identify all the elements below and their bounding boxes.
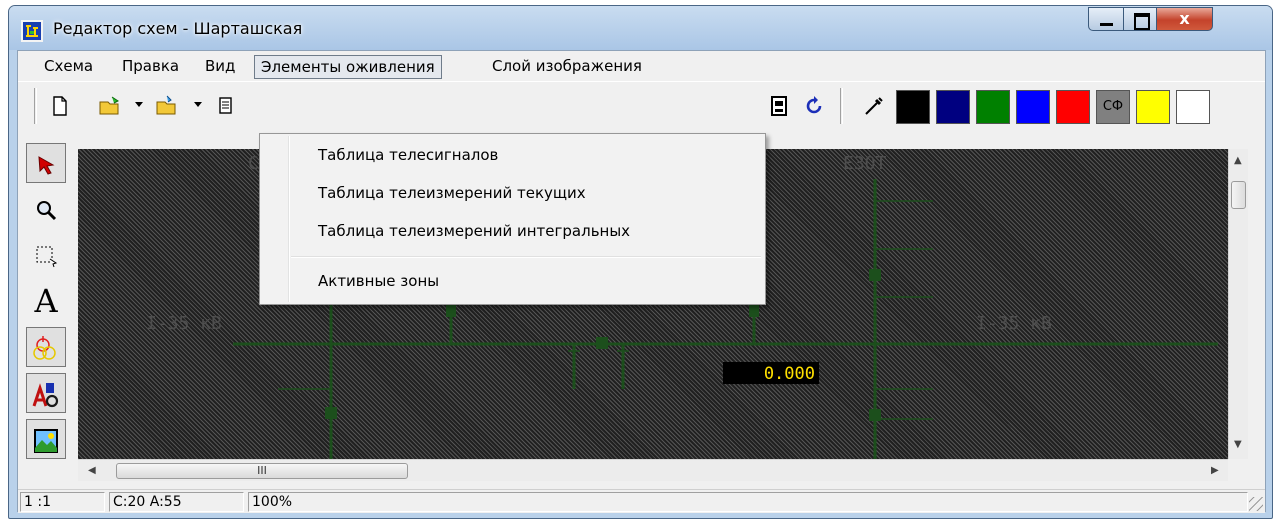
properties-icon[interactable] xyxy=(767,94,791,118)
document-icon[interactable] xyxy=(214,94,238,118)
text-tool[interactable]: A xyxy=(26,281,66,321)
refresh-icon[interactable] xyxy=(802,94,826,118)
section-label-right: I-35 кВ xyxy=(976,313,1052,334)
horizontal-scroll-thumb[interactable]: III xyxy=(116,463,408,479)
menu-item-active-zones[interactable]: Активные зоны xyxy=(318,266,439,296)
image-tool[interactable] xyxy=(26,419,66,459)
top-label-right: ЕЗОТ xyxy=(843,153,887,174)
toolbar: СФ xyxy=(18,81,1265,131)
save-folder-icon[interactable] xyxy=(155,94,179,118)
menu-item-integral-telemetry-table[interactable]: Таблица телеизмерений интегральных xyxy=(318,216,630,246)
color-swatch-blue[interactable] xyxy=(1016,90,1050,124)
arrow-pointer-icon xyxy=(38,155,55,175)
status-zoom: 100% xyxy=(248,492,1248,512)
menu-item-telesignals-table[interactable]: Таблица телесигналов xyxy=(318,140,498,170)
color-swatch-yellow[interactable] xyxy=(1136,90,1170,124)
magnifier-icon xyxy=(37,200,57,220)
tool-palette: A xyxy=(18,131,76,489)
measurement-value: 0.000 xyxy=(764,364,815,384)
menu-item-current-telemetry-table[interactable]: Таблица телеизмерений текущих xyxy=(318,178,586,208)
section-label-left: I-35 кВ xyxy=(146,313,222,334)
status-coords: C:20 A:55 xyxy=(109,492,244,512)
minimize-button[interactable] xyxy=(1088,7,1124,31)
scroll-grip-text: III xyxy=(257,464,267,477)
scroll-up-icon[interactable]: ▲ xyxy=(1234,155,1242,166)
client-area: Схема Правка Вид Элементы оживления Слой… xyxy=(17,50,1266,513)
color-swatch-gray[interactable]: СФ xyxy=(1096,90,1130,124)
window-title: Редактор схем - Шарташская xyxy=(53,19,303,38)
app-window: Редактор схем - Шарташская x Схема Правк… xyxy=(8,5,1273,519)
scroll-left-icon[interactable]: ◀ xyxy=(88,465,96,476)
color-swatch-navy[interactable] xyxy=(936,90,970,124)
menu-animation-elements[interactable]: Элементы оживления xyxy=(254,55,442,79)
labels-tool[interactable] xyxy=(26,373,66,413)
letter-a-icon: A xyxy=(34,282,58,320)
color-swatch-green[interactable] xyxy=(976,90,1010,124)
select-tool[interactable] xyxy=(26,143,66,183)
menu-image-layer[interactable]: Слой изображения xyxy=(486,55,648,79)
open-folder-icon[interactable] xyxy=(98,94,122,118)
picture-icon xyxy=(34,428,58,453)
color-swatch-label: СФ xyxy=(1102,99,1124,114)
color-swatch-black[interactable] xyxy=(896,90,930,124)
circuit-symbol-icon xyxy=(33,335,56,360)
color-swatch-red[interactable] xyxy=(1056,90,1090,124)
menu-view[interactable]: Вид xyxy=(199,55,241,79)
title-bar[interactable]: Редактор схем - Шарташская x xyxy=(9,6,1272,50)
menu-bar: Схема Правка Вид Элементы оживления Слой… xyxy=(18,51,1265,81)
menu-gutter xyxy=(288,136,290,302)
zoom-tool[interactable] xyxy=(26,189,66,229)
menu-scheme[interactable]: Схема xyxy=(38,55,99,79)
eyedropper-icon[interactable] xyxy=(862,94,886,118)
region-select-tool[interactable] xyxy=(26,235,66,275)
close-icon: x xyxy=(1179,9,1190,28)
dashed-selection-icon xyxy=(36,246,58,267)
status-scale: 1 :1 xyxy=(20,492,105,512)
vertical-scroll-thumb[interactable] xyxy=(1231,181,1246,209)
menu-separator xyxy=(291,256,761,258)
horizontal-scrollbar[interactable]: ◀ III ▶ xyxy=(78,459,1228,481)
symbol-tool[interactable] xyxy=(26,327,66,367)
top-label-left: С xyxy=(248,153,259,174)
color-swatch-white[interactable] xyxy=(1176,90,1210,124)
chevron-down-icon[interactable] xyxy=(194,102,202,108)
toolbar-grip[interactable] xyxy=(34,88,37,124)
resize-grip[interactable] xyxy=(1249,497,1263,511)
new-file-icon[interactable] xyxy=(48,94,72,118)
abc-icon xyxy=(32,382,59,407)
close-button[interactable]: x xyxy=(1156,7,1213,31)
menu-edit[interactable]: Правка xyxy=(116,55,185,79)
animation-elements-menu: Таблица телесигналов Таблица телеизмерен… xyxy=(259,133,766,305)
scroll-down-icon[interactable]: ▼ xyxy=(1234,439,1242,450)
status-bar: 1 :1 C:20 A:55 100% xyxy=(18,489,1265,513)
maximize-button[interactable] xyxy=(1123,7,1157,31)
toolbar-grip[interactable] xyxy=(840,88,843,124)
chevron-down-icon[interactable] xyxy=(135,102,143,108)
app-icon xyxy=(21,20,43,42)
vertical-scrollbar[interactable]: ▲ ▼ xyxy=(1228,149,1248,459)
scroll-right-icon[interactable]: ▶ xyxy=(1211,465,1219,476)
